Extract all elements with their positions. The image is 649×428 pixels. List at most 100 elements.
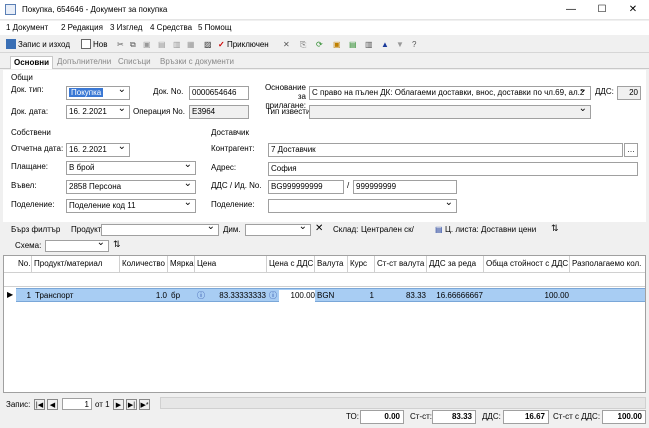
menu-tools[interactable]: 4 Средства bbox=[150, 23, 192, 32]
refresh-icon[interactable]: ⟳ bbox=[316, 38, 323, 51]
scheme-label: Схема: bbox=[15, 241, 42, 250]
export-icon[interactable]: ▦ bbox=[187, 38, 195, 51]
doc-type-select[interactable]: Покупка bbox=[66, 86, 130, 100]
menu-view[interactable]: 3 Изглед bbox=[110, 23, 142, 32]
col-header-unit[interactable]: Мярка bbox=[168, 256, 195, 272]
menu-document[interactable]: 1 Документ bbox=[6, 23, 48, 32]
last-record-button[interactable]: ▶| bbox=[126, 399, 137, 410]
dim-filter-input[interactable] bbox=[245, 222, 311, 236]
table-row[interactable]: 1 Транспорт 1.0 бр ⓘ 83.33333333 ⓘ 100.0… bbox=[16, 288, 645, 302]
arrow-up-icon[interactable]: ▲ bbox=[381, 38, 389, 51]
basis-select[interactable]: С право на пълен ДК: Облагаеми доставки,… bbox=[309, 86, 591, 100]
new-record-button[interactable]: ▶* bbox=[139, 399, 150, 410]
row-pointer-icon: ▶ bbox=[7, 290, 14, 299]
vat-field[interactable]: 20 bbox=[617, 86, 641, 100]
menu-edit[interactable]: 2 Редакция bbox=[61, 23, 103, 32]
tab-links[interactable]: Връзки с документи bbox=[157, 56, 237, 69]
sync-icon[interactable]: ⇅ bbox=[551, 223, 559, 234]
payment-select[interactable]: В брой bbox=[66, 161, 196, 175]
address-field[interactable]: София bbox=[268, 162, 638, 176]
col-header-price-vat[interactable]: Цена с ДДС bbox=[267, 256, 315, 272]
arrow-down-icon[interactable]: ▼ bbox=[396, 38, 404, 51]
next-record-button[interactable]: ▶ bbox=[113, 399, 124, 410]
doc-date-field[interactable]: 16. 2.2021 bbox=[66, 105, 130, 119]
copy-doc-icon[interactable]: ⎘ bbox=[300, 38, 306, 51]
record-label: Запис: bbox=[6, 400, 31, 409]
doc-no-field[interactable]: 0000654646 bbox=[189, 86, 249, 100]
scheme-select[interactable] bbox=[45, 238, 109, 252]
vat-label: ДДС: bbox=[595, 87, 614, 96]
cell-product: Транспорт bbox=[35, 291, 74, 300]
record-of: от 1 bbox=[95, 400, 110, 409]
col-header-no[interactable]: No. bbox=[16, 256, 32, 272]
scheme-sync-icon[interactable]: ⇅ bbox=[113, 239, 121, 250]
entered-select[interactable]: 2858 Персона bbox=[66, 180, 196, 194]
report-date-field[interactable]: 16. 2.2021 bbox=[66, 143, 130, 157]
copy-icon[interactable]: ⧉ bbox=[130, 38, 136, 51]
doc-no-label: Док. No. bbox=[153, 87, 184, 96]
tab-additional[interactable]: Допълнителни bbox=[54, 56, 114, 69]
cell-price: 83.33333333 bbox=[219, 291, 266, 300]
main-panel: Общи Док. тип: Покупка Док. No. 00006546… bbox=[3, 70, 646, 222]
col-header-total-vat[interactable]: Обща стойност с ДДС bbox=[484, 256, 570, 272]
payment-label: Плащане: bbox=[11, 162, 48, 171]
id-no-field[interactable]: 999999999 bbox=[353, 180, 457, 194]
product-filter-input[interactable] bbox=[101, 222, 219, 236]
vat-id-field[interactable]: BG999999999 bbox=[268, 180, 344, 194]
col-header-available[interactable]: Разполагаемо кол. bbox=[570, 256, 645, 272]
new-button[interactable]: Нов bbox=[81, 38, 107, 51]
op-no-field: E3964 bbox=[189, 105, 249, 119]
store-select[interactable]: Централен ск/ bbox=[361, 225, 414, 234]
cell-price-vat[interactable]: 100.00 bbox=[279, 290, 315, 302]
horizontal-scrollbar[interactable] bbox=[160, 397, 646, 409]
maximize-button[interactable]: ☐ bbox=[587, 0, 617, 20]
col-header-vat-row[interactable]: ДДС за реда bbox=[427, 256, 484, 272]
partner-field[interactable]: 7 Доставчик bbox=[268, 143, 623, 157]
supplier-division-select[interactable] bbox=[268, 199, 457, 213]
clear-filter-icon[interactable]: ✕ bbox=[315, 223, 323, 234]
partner-browse-button[interactable]: … bbox=[624, 143, 638, 157]
confirmed-button[interactable]: ✓ Приключен bbox=[218, 38, 269, 51]
doc-date-label: Док. дата: bbox=[11, 107, 49, 116]
quick-filter-button[interactable]: Бърз филтър bbox=[11, 225, 60, 234]
cell-total-vat: 100.00 bbox=[544, 291, 569, 300]
tab-lists[interactable]: Списъци bbox=[115, 56, 154, 69]
col-header-rate[interactable]: Курс bbox=[348, 256, 375, 272]
col-header-currency[interactable]: Валута bbox=[315, 256, 348, 272]
help-icon[interactable]: ? bbox=[412, 38, 416, 51]
partner-label: Контрагент: bbox=[211, 144, 255, 153]
filter-bar: Бърз филтър Продукт: Дим. ✕ Склад: Центр… bbox=[3, 222, 646, 254]
prev-record-button[interactable]: ◀ bbox=[47, 399, 58, 410]
col-header-price[interactable]: Цена bbox=[195, 256, 267, 272]
list-icon[interactable]: ▥ bbox=[365, 38, 373, 51]
print-icon[interactable]: ▤ bbox=[158, 38, 166, 51]
price-list-select[interactable]: Доставни цени bbox=[481, 225, 536, 234]
basis-label: Основание за прилагане: bbox=[264, 83, 306, 110]
record-field[interactable]: 1 bbox=[62, 398, 92, 410]
import-icon[interactable]: ▤ bbox=[349, 38, 357, 51]
minimize-button[interactable]: — bbox=[556, 0, 586, 20]
cancel-icon[interactable]: ✕ bbox=[283, 38, 290, 51]
cell-rate: 1 bbox=[369, 291, 374, 300]
first-record-button[interactable]: |◀ bbox=[34, 399, 45, 410]
menu-help[interactable]: 5 Помощ bbox=[198, 23, 231, 32]
preview-icon[interactable]: ▥ bbox=[173, 38, 181, 51]
save-exit-button[interactable]: Запис и изход bbox=[6, 38, 70, 51]
cut-icon[interactable]: ✂ bbox=[117, 38, 124, 51]
close-button[interactable]: ✕ bbox=[618, 0, 648, 20]
tab-main[interactable]: Основни bbox=[10, 56, 54, 69]
attach-icon[interactable]: ▣ bbox=[333, 38, 341, 51]
section-supplier: Доставчик bbox=[211, 128, 250, 137]
entered-label: Въвел: bbox=[11, 181, 37, 190]
division-select[interactable]: Поделение код 11 bbox=[66, 199, 196, 213]
id-separator: / bbox=[347, 181, 350, 190]
col-header-value-cur[interactable]: Ст-ст валута bbox=[375, 256, 427, 272]
paste-icon[interactable]: ▣ bbox=[143, 38, 151, 51]
col-header-qty[interactable]: Количество bbox=[120, 256, 168, 272]
vat-total-label: ДДС: bbox=[482, 412, 501, 421]
cell-vat-row: 16.66666667 bbox=[436, 291, 483, 300]
document-icon[interactable]: ▨ bbox=[204, 38, 212, 51]
notice-select[interactable] bbox=[309, 105, 591, 119]
report-date-label: Отчетна дата: bbox=[11, 144, 64, 153]
col-header-product[interactable]: Продукт/материал bbox=[32, 256, 120, 272]
